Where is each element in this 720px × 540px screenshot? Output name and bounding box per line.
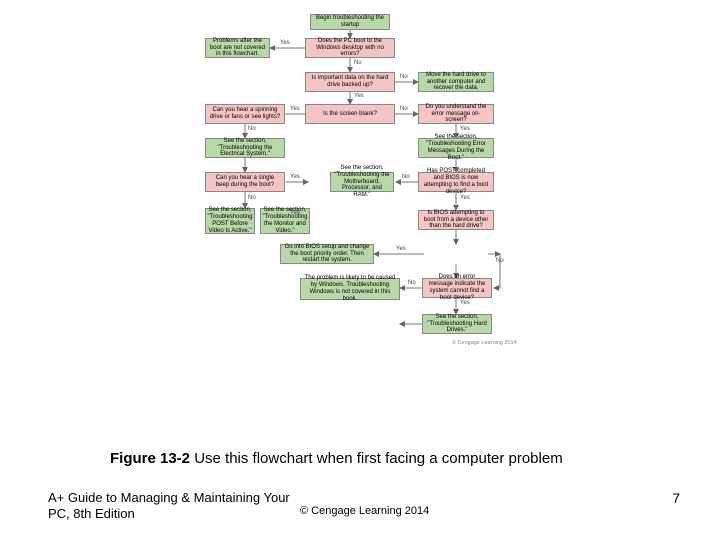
node-bios-priority: Go into BIOS setup and change the boot p… bbox=[280, 244, 374, 264]
node-spinning-drive: Can you hear a spinning drive or fans or… bbox=[205, 104, 285, 124]
label-no: No bbox=[400, 74, 408, 80]
node-post-before-video: See the section, "Troubleshooting POST B… bbox=[205, 208, 255, 234]
book-title-line2: PC, 8th Edition bbox=[48, 506, 135, 521]
node-bios-other-device: Is BIOS attempting to boot from a device… bbox=[418, 210, 494, 230]
flow-credit: © Cengage Learning 2014 bbox=[452, 340, 517, 346]
book-title-line1: A+ Guide to Managing & Maintaining Your bbox=[48, 490, 290, 505]
node-electrical: See the section, "Troubleshooting the El… bbox=[205, 138, 285, 158]
node-monitor-video: See the section, "Troubleshooting the Mo… bbox=[260, 208, 310, 234]
label-yes: Yes bbox=[460, 300, 470, 306]
label-yes: Yes bbox=[290, 174, 300, 180]
copyright: © Cengage Learning 2014 bbox=[300, 505, 429, 517]
label-no: No bbox=[408, 280, 416, 286]
node-data-backed: Is important data on the hard drive back… bbox=[305, 72, 395, 92]
node-cant-find-boot: Does an error message indicate the syste… bbox=[422, 278, 492, 298]
label-yes: Yes bbox=[290, 106, 300, 112]
label-yes: Yes bbox=[290, 210, 300, 216]
troubleshooting-flowchart: Begin troubleshooting the startup Does t… bbox=[200, 10, 520, 440]
label-no: No bbox=[248, 126, 256, 132]
node-not-covered: Problems after the boot are not covered … bbox=[205, 38, 270, 58]
node-screen-blank: Is the screen blank? bbox=[305, 104, 395, 124]
book-title: A+ Guide to Managing & Maintaining Your … bbox=[48, 490, 290, 523]
label-yes: Yes bbox=[280, 40, 290, 46]
node-post-complete: Has POST completed and BIOS is now attem… bbox=[418, 172, 494, 192]
label-no: No bbox=[402, 174, 410, 180]
node-hard-drives: See the section, "Troubleshooting Hard D… bbox=[422, 314, 492, 334]
label-yes: Yes bbox=[460, 195, 470, 201]
node-boot-desktop: Does the PC boot to the Windows desktop … bbox=[305, 38, 395, 58]
label-no: No bbox=[354, 60, 362, 66]
node-windows-problem: The problem is likely to be caused by Wi… bbox=[300, 278, 400, 300]
figure-text: Use this flowchart when first facing a c… bbox=[190, 450, 563, 467]
node-mb-cpu-ram: See the section, "Troubleshooting the Mo… bbox=[330, 172, 394, 192]
page-number: 7 bbox=[672, 490, 680, 506]
label-no: No bbox=[400, 106, 408, 112]
label-no: No bbox=[496, 258, 504, 264]
node-error-messages: See the section, "Troubleshooting Error … bbox=[418, 138, 494, 158]
label-yes: Yes bbox=[354, 93, 364, 99]
node-recover-data: Move the hard drive to another computer … bbox=[418, 72, 494, 92]
label-no: No bbox=[248, 195, 256, 201]
node-understand-error: Do you understand the error message on-s… bbox=[418, 104, 494, 124]
figure-number: Figure 13-2 bbox=[110, 450, 190, 467]
node-single-beep: Can you hear a single beep during the bo… bbox=[205, 172, 285, 192]
node-start: Begin troubleshooting the startup bbox=[310, 14, 390, 30]
figure-caption: Figure 13-2 Use this flowchart when firs… bbox=[110, 450, 563, 467]
label-yes: Yes bbox=[460, 126, 470, 132]
label-yes: Yes bbox=[396, 246, 406, 252]
